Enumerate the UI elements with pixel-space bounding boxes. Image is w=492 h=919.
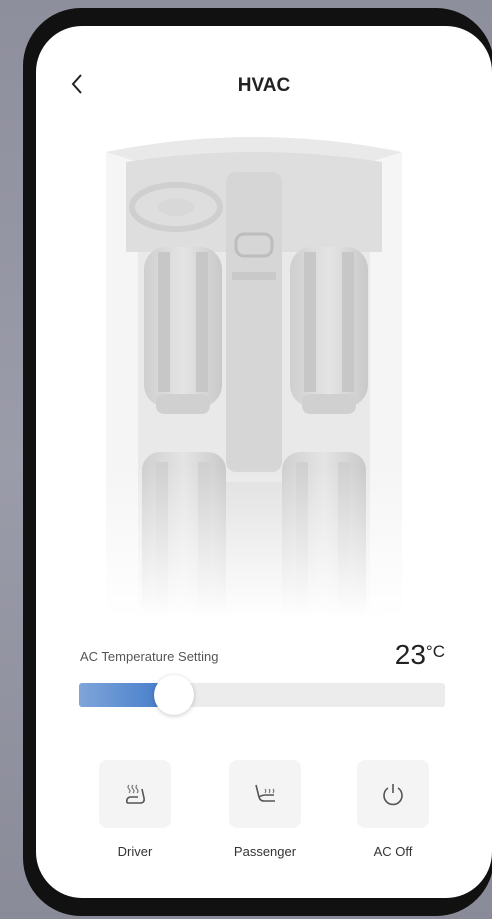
- header: HVAC: [36, 26, 492, 126]
- seat-heat-icon: [126, 784, 145, 804]
- ac-off-button[interactable]: [357, 760, 429, 828]
- temperature-label: AC Temperature Setting: [80, 649, 219, 664]
- driver-label: Driver: [117, 844, 153, 859]
- power-icon: [383, 784, 403, 806]
- seat-ventilation-icon: [255, 784, 275, 802]
- car-top-view-image: [106, 137, 402, 632]
- page-title: HVAC: [237, 75, 291, 96]
- temperature-value: 23: [394, 639, 426, 670]
- passenger-seat-button[interactable]: [229, 760, 301, 828]
- hvac-screen: HVAC AC Temperature Setting 23 °C Driver…: [36, 26, 492, 898]
- seat-controls: Driver Passenger AC Off: [80, 760, 452, 870]
- passenger-control: Passenger: [210, 760, 320, 859]
- ac-off-control: AC Off: [338, 760, 448, 859]
- driver-control: Driver: [80, 760, 190, 859]
- temperature-unit: °C: [425, 642, 445, 661]
- passenger-label: Passenger: [233, 844, 297, 859]
- temperature-slider[interactable]: [79, 675, 445, 715]
- temperature-readout: 23 °C: [395, 639, 445, 671]
- driver-seat-button[interactable]: [99, 760, 171, 828]
- ac-off-label: AC Off: [373, 844, 413, 859]
- slider-thumb[interactable]: [154, 675, 195, 715]
